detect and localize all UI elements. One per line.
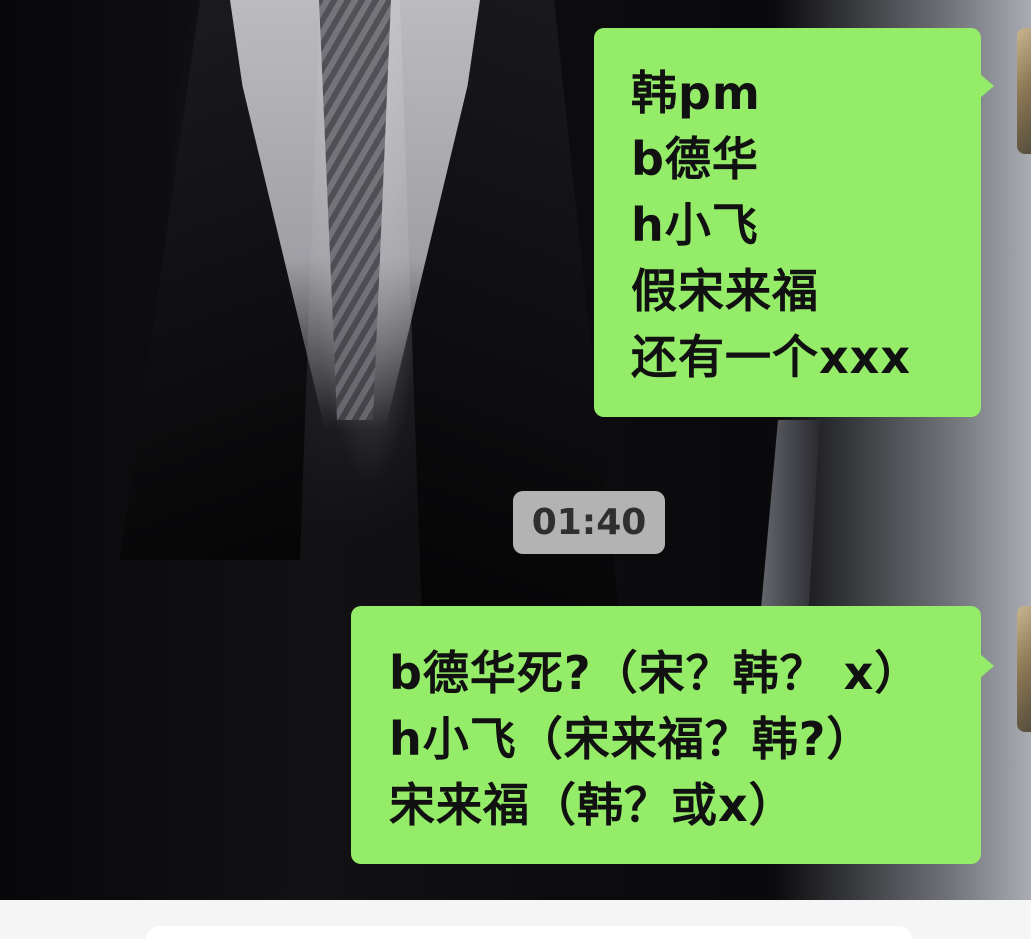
background-photo-lapel-left xyxy=(120,0,320,560)
message-input[interactable] xyxy=(146,926,912,939)
message-text-line: h小飞（宋来福？韩?） xyxy=(389,712,874,766)
message-text-line: h小飞 xyxy=(631,198,759,252)
message-text-line: 假宋来福 xyxy=(631,264,819,318)
message-text-line: 宋来福（韩？或x） xyxy=(389,778,796,832)
background-photo-sleeve xyxy=(760,420,820,620)
message-text-line: b德华 xyxy=(631,132,759,186)
chat-background: 韩pm b德华 h小飞 假宋来福 还有一个xxx 01:40 b德华死?（宋？韩… xyxy=(0,0,1031,900)
background-photo-tie xyxy=(319,0,391,420)
message-text-line: 韩pm xyxy=(631,66,761,120)
sender-avatar[interactable] xyxy=(1017,606,1031,732)
message-text-line: b德华死?（宋？韩？ x） xyxy=(389,646,922,700)
message-text-line: 还有一个xxx xyxy=(631,330,912,384)
message-bubble-outgoing[interactable]: b德华死?（宋？韩？ x） h小飞（宋来福？韩?） 宋来福（韩？或x） xyxy=(351,606,994,864)
chat-input-bar xyxy=(0,900,1031,939)
background-photo-shirt xyxy=(230,0,480,430)
message-timestamp: 01:40 xyxy=(513,491,665,554)
sender-avatar[interactable] xyxy=(1017,28,1031,154)
message-bubble-outgoing[interactable]: 韩pm b德华 h小飞 假宋来福 还有一个xxx xyxy=(594,28,994,417)
